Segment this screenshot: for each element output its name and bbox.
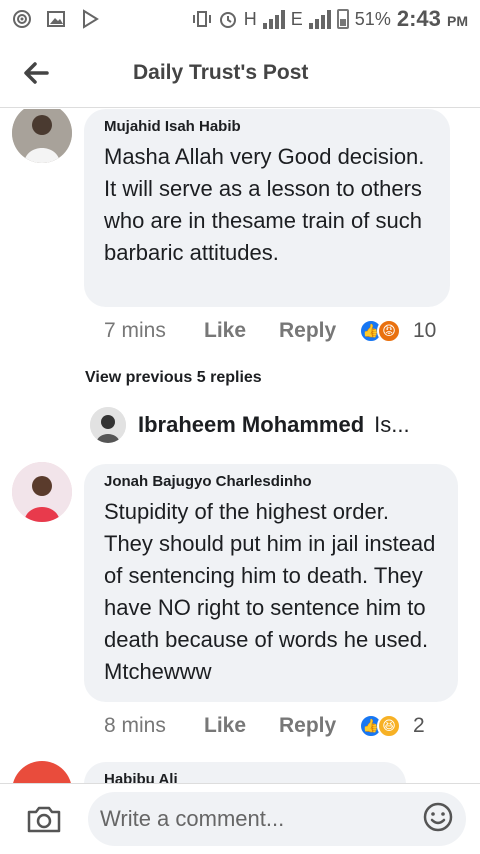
comment-actions: 7 mins Like Reply 👍 😡 10	[104, 319, 436, 343]
avatar[interactable]	[90, 407, 126, 443]
reaction-count: 2	[413, 714, 425, 737]
battery-percent: 51%	[354, 8, 391, 29]
reply-snippet: Is...	[374, 412, 410, 437]
status-bar: H E 51% 2:43 PM	[0, 0, 480, 38]
alarm-icon	[218, 9, 238, 29]
comment-time[interactable]: 7 mins	[104, 319, 204, 343]
comment-author[interactable]: Mujahid Isah Habib	[104, 117, 430, 137]
avatar[interactable]	[12, 462, 72, 522]
vibrate-icon	[192, 9, 212, 29]
smiley-icon	[423, 802, 453, 831]
reply-button[interactable]: Reply	[279, 714, 359, 738]
signal-icon-2	[308, 9, 331, 29]
comments-feed[interactable]: Mujahid Isah Habib Masha Allah very Good…	[0, 109, 480, 783]
back-button[interactable]	[0, 38, 72, 108]
back-arrow-icon	[24, 61, 49, 84]
comment-input[interactable]	[100, 806, 422, 832]
gallery-icon	[46, 9, 66, 29]
reply-author: Ibraheem Mohammed	[138, 412, 365, 437]
reactions-summary[interactable]: 👍 😡 10	[359, 319, 436, 343]
clock-time: 2:43	[396, 6, 441, 31]
signal-icon	[262, 9, 285, 29]
comment-time[interactable]: 8 mins	[104, 714, 204, 738]
comment-author[interactable]: Jonah Bajugyo Charlesdinho	[104, 472, 438, 492]
comment-bubble[interactable]: Mujahid Isah Habib Masha Allah very Good…	[84, 109, 450, 307]
comment-author[interactable]: Habibu Ali	[104, 770, 386, 783]
network-type-e: E	[290, 8, 303, 29]
avatar[interactable]	[12, 761, 72, 783]
camera-icon	[27, 806, 61, 833]
comment-text: Stupidity of the highest order. They sho…	[104, 499, 436, 684]
comment-actions: 8 mins Like Reply 👍 😆 2	[104, 714, 425, 738]
comment-field[interactable]	[88, 792, 466, 846]
battery-icon	[336, 9, 349, 29]
like-button[interactable]: Like	[204, 319, 279, 343]
reply-preview[interactable]: Ibraheem Mohammed Is...	[90, 407, 410, 443]
view-previous-replies[interactable]: View previous 5 replies	[85, 369, 262, 387]
haha-icon: 😆	[377, 714, 401, 738]
avatar[interactable]	[12, 109, 72, 163]
network-type-h: H	[243, 8, 257, 29]
page-title: Daily Trust's Post	[133, 60, 309, 84]
comment-bubble[interactable]: Habibu Ali	[84, 762, 406, 783]
comment-composer	[0, 783, 480, 854]
reactions-summary[interactable]: 👍 😆 2	[359, 714, 425, 738]
emoji-button[interactable]	[422, 801, 454, 838]
clock-ampm: PM	[447, 13, 468, 29]
header: Daily Trust's Post	[0, 38, 480, 108]
wifi-hotspot-icon	[12, 9, 32, 29]
reaction-count: 10	[413, 319, 437, 342]
comment-text: Masha Allah very Good decision. It will …	[104, 144, 425, 265]
angry-icon: 😡	[377, 319, 401, 343]
comment-bubble[interactable]: Jonah Bajugyo Charlesdinho Stupidity of …	[84, 464, 458, 702]
like-button[interactable]: Like	[204, 714, 279, 738]
play-store-icon	[80, 9, 100, 29]
clock: 2:43 PM	[397, 6, 468, 32]
camera-button[interactable]	[0, 804, 88, 834]
reply-button[interactable]: Reply	[279, 319, 359, 343]
